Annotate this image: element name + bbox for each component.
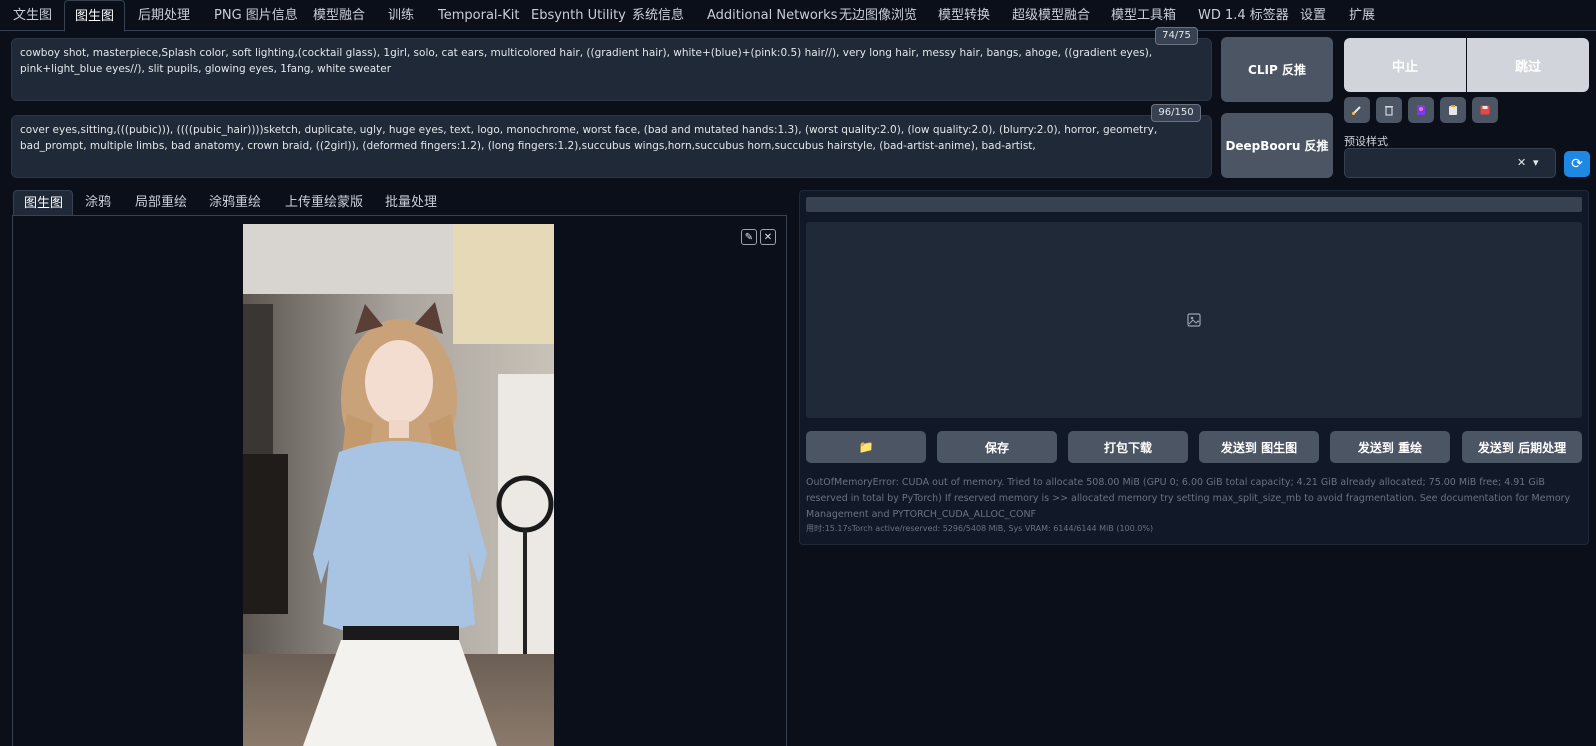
image-placeholder-icon bbox=[1187, 313, 1201, 327]
clear-icon[interactable]: ✕ bbox=[1517, 156, 1526, 169]
subtab-batch[interactable]: 批量处理 bbox=[375, 190, 447, 216]
subtab-img2img[interactable]: 图生图 bbox=[13, 190, 73, 216]
open-folder-button[interactable]: 📁 bbox=[806, 431, 926, 463]
tab-system-info[interactable]: 系统信息 bbox=[622, 0, 694, 31]
preset-styles-label: 预设样式 bbox=[1344, 135, 1388, 148]
progress-bar bbox=[806, 197, 1582, 212]
tab-settings[interactable]: 设置 bbox=[1290, 0, 1336, 31]
tab-train[interactable]: 训练 bbox=[378, 0, 424, 31]
top-tab-bar: 文生图 图生图 后期处理 PNG 图片信息 模型融合 训练 Temporal-K… bbox=[0, 0, 1596, 32]
clip-interrogate-button[interactable]: CLIP 反推 bbox=[1221, 37, 1333, 102]
send-to-img2img-button[interactable]: 发送到 图生图 bbox=[1199, 431, 1319, 463]
time-info: 用时:15.17sTorch active/reserved: 5296/540… bbox=[806, 524, 1154, 533]
preset-styles-select[interactable]: ✕ ▾ bbox=[1344, 148, 1556, 178]
clipboard-icon[interactable] bbox=[1440, 97, 1466, 123]
tab-checkpoint-merger[interactable]: 模型融合 bbox=[303, 0, 375, 31]
paint-brush-icon[interactable] bbox=[1344, 97, 1370, 123]
subtab-inpaint-sketch[interactable]: 涂鸦重绘 bbox=[199, 190, 271, 216]
tab-temporal-kit[interactable]: Temporal-Kit bbox=[428, 0, 529, 31]
tab-wd14-tagger[interactable]: WD 1.4 标签器 bbox=[1188, 0, 1299, 31]
refresh-styles-button[interactable]: ⟳ bbox=[1564, 151, 1590, 177]
close-icon[interactable]: ✕ bbox=[760, 229, 776, 245]
subtab-inpaint-upload[interactable]: 上传重绘蒙版 bbox=[275, 190, 373, 216]
trash-icon[interactable] bbox=[1376, 97, 1402, 123]
tab-super-merger[interactable]: 超级模型融合 bbox=[1002, 0, 1100, 31]
interrupt-button[interactable]: 中止 bbox=[1344, 38, 1466, 92]
chevron-down-icon[interactable]: ▾ bbox=[1533, 156, 1539, 169]
skip-button[interactable]: 跳过 bbox=[1467, 38, 1589, 92]
style-card-icon[interactable] bbox=[1408, 97, 1434, 123]
subtab-inpaint[interactable]: 局部重绘 bbox=[125, 190, 197, 216]
folder-icon: 📁 bbox=[858, 440, 874, 454]
tab-png-info[interactable]: PNG 图片信息 bbox=[204, 0, 308, 31]
tab-ebsynth-utility[interactable]: Ebsynth Utility bbox=[521, 0, 636, 31]
positive-token-counter: 74/75 bbox=[1155, 27, 1198, 45]
input-image[interactable] bbox=[243, 224, 554, 746]
tab-img2img[interactable]: 图生图 bbox=[64, 0, 126, 32]
send-to-inpaint-button[interactable]: 发送到 重绘 bbox=[1330, 431, 1450, 463]
zip-download-button[interactable]: 打包下载 bbox=[1068, 431, 1188, 463]
tab-image-browser[interactable]: 无边图像浏览 bbox=[829, 0, 927, 31]
save-button[interactable]: 保存 bbox=[937, 431, 1057, 463]
error-message: OutOfMemoryError: CUDA out of memory. Tr… bbox=[806, 477, 1571, 520]
refresh-icon: ⟳ bbox=[1571, 156, 1583, 172]
tab-extras[interactable]: 后期处理 bbox=[128, 0, 200, 31]
deepbooru-interrogate-button[interactable]: DeepBooru 反推 bbox=[1221, 113, 1333, 178]
tab-extensions[interactable]: 扩展 bbox=[1339, 0, 1385, 31]
tab-additional-networks[interactable]: Additional Networks bbox=[697, 0, 847, 31]
tab-txt2img[interactable]: 文生图 bbox=[3, 0, 62, 31]
positive-prompt-input[interactable]: cowboy shot, masterpiece,Splash color, s… bbox=[11, 38, 1212, 101]
send-to-extras-button[interactable]: 发送到 后期处理 bbox=[1462, 431, 1582, 463]
tab-model-converter[interactable]: 模型转换 bbox=[928, 0, 1000, 31]
save-disk-icon[interactable] bbox=[1472, 97, 1498, 123]
output-gallery[interactable] bbox=[806, 222, 1582, 418]
subtab-sketch[interactable]: 涂鸦 bbox=[75, 190, 121, 216]
edit-icon[interactable]: ✎ bbox=[741, 229, 757, 245]
negative-prompt-input[interactable]: cover eyes,sitting,(((pubic))), ((((pubi… bbox=[11, 115, 1212, 178]
negative-token-counter: 96/150 bbox=[1151, 104, 1201, 122]
